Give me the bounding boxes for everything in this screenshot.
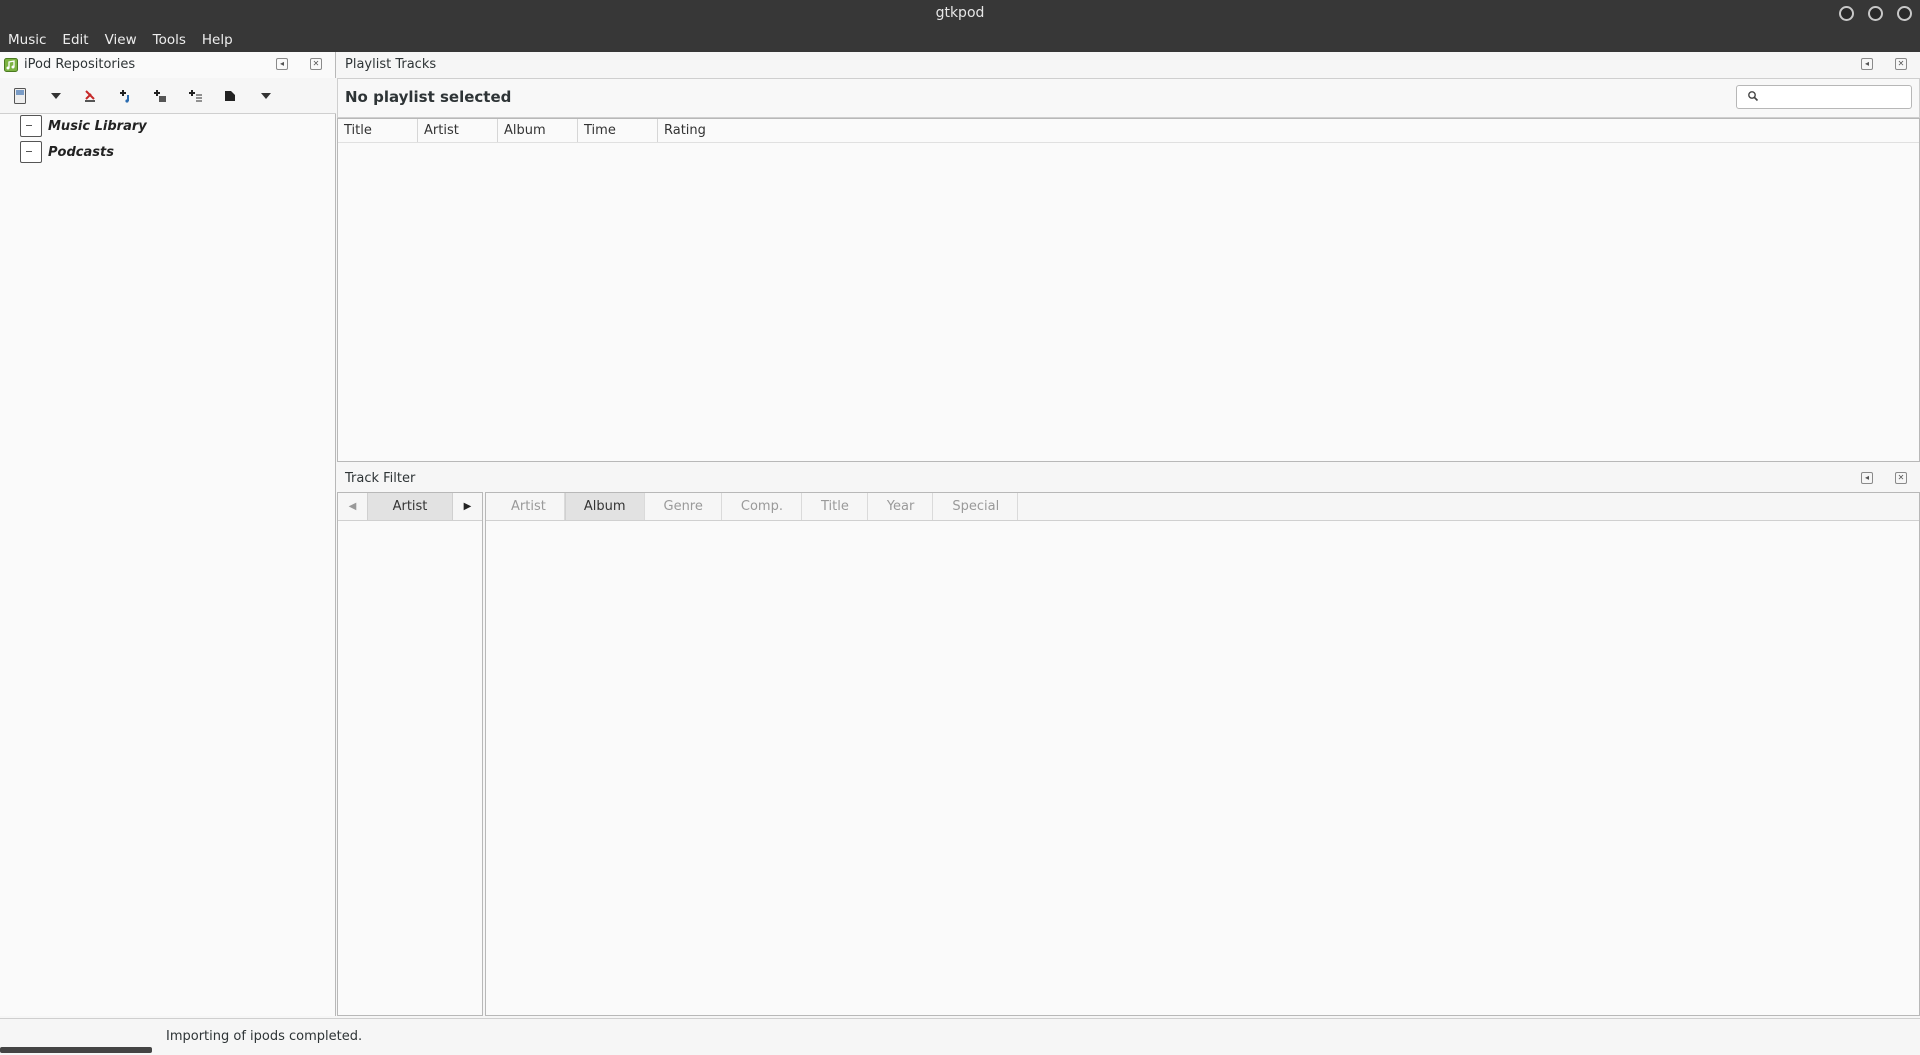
tab-artist[interactable]: Artist (368, 493, 452, 520)
playlist-heading: No playlist selected (345, 88, 512, 106)
close-window-button[interactable] (1897, 6, 1912, 21)
pane-header: iPod Repositories (4, 53, 135, 77)
filter-tab-strip: Artist Album Genre Comp. Title Year Spec… (486, 493, 1919, 521)
maximize-button[interactable] (1868, 6, 1883, 21)
status-message: Importing of ipods completed. (166, 1029, 363, 1044)
tree-item-label: Podcasts (48, 144, 114, 160)
search-icon (1747, 90, 1759, 102)
playlist-tracks-pane: Playlist Tracks ◂ ✕ No playlist selected… (337, 52, 1920, 464)
column-header-rating[interactable]: Rating (658, 119, 738, 142)
filter-sort-tab-right: Artist Album Genre Comp. Title Year Spec… (485, 492, 1920, 1016)
column-header-album[interactable]: Album (498, 119, 578, 142)
menu-view[interactable]: View (97, 28, 145, 52)
pane-close-icon[interactable]: ✕ (1895, 472, 1907, 484)
add-files-icon[interactable] (186, 86, 206, 106)
eject-ipod-icon[interactable] (80, 86, 100, 106)
pane-detach-icon[interactable]: ◂ (1861, 58, 1873, 70)
add-folder-icon[interactable] (150, 86, 170, 106)
tree-item-label: Music Library (48, 118, 147, 134)
tab-album[interactable]: Album (564, 493, 645, 520)
ipod-repositories-pane: iPod Repositories ◂ ✕ Music Library Podc… (0, 52, 336, 1016)
pane-detach-icon[interactable]: ◂ (276, 58, 288, 70)
chevron-down-icon[interactable] (46, 86, 66, 106)
tab-compilation[interactable]: Comp. (722, 493, 802, 520)
add-playlist-icon[interactable] (116, 86, 136, 106)
new-repository-icon[interactable] (10, 86, 30, 106)
chevron-down-icon[interactable] (256, 86, 276, 106)
menu-music[interactable]: Music (0, 28, 54, 52)
tree-item-podcasts[interactable]: Podcasts (20, 141, 114, 163)
tab-year[interactable]: Year (868, 493, 934, 520)
track-list[interactable]: Title Artist Album Time Rating (337, 118, 1920, 462)
chevron-right-icon[interactable]: ▶ (452, 493, 482, 520)
menubar: Music Edit View Tools Help (0, 28, 1920, 52)
repository-toolbar (0, 78, 336, 114)
tab-title[interactable]: Title (802, 493, 868, 520)
chevron-left-icon[interactable]: ◀ (338, 493, 368, 520)
minimize-button[interactable] (1839, 6, 1854, 21)
pane-detach-icon[interactable]: ◂ (1861, 472, 1873, 484)
tree-item-music-library[interactable]: Music Library (20, 115, 147, 137)
filter-sort-tab-left: ◀ Artist ▶ (337, 492, 483, 1016)
window-controls (1839, 6, 1912, 21)
menu-help[interactable]: Help (194, 28, 241, 52)
gtkpod-app-icon (4, 58, 18, 72)
ipod-icon (20, 141, 42, 163)
pane-close-icon[interactable]: ✕ (310, 58, 322, 70)
track-column-headers: Title Artist Album Time Rating (338, 119, 1919, 143)
pane-title: Track Filter (345, 471, 416, 486)
pane-title: iPod Repositories (24, 57, 136, 72)
playlist-header: No playlist selected (337, 78, 1920, 118)
menu-tools[interactable]: Tools (145, 28, 194, 52)
window-titlebar: gtkpod (0, 0, 1920, 28)
progress-bar (0, 1047, 152, 1053)
statusbar: Importing of ipods completed. (0, 1018, 1920, 1055)
track-filter-pane: Track Filter ◂ ✕ ◀ Artist ▶ Artist Album… (337, 466, 1920, 1017)
window-title: gtkpod (935, 5, 985, 21)
ipod-icon (20, 115, 42, 137)
filter-tab-strip-left: ◀ Artist ▶ (338, 493, 482, 521)
tab-special[interactable]: Special (933, 493, 1019, 520)
pane-title: Playlist Tracks (345, 57, 437, 72)
search-input[interactable] (1736, 85, 1912, 109)
menu-edit[interactable]: Edit (54, 28, 96, 52)
column-header-time[interactable]: Time (578, 119, 658, 142)
column-header-artist[interactable]: Artist (418, 119, 498, 142)
pane-close-icon[interactable]: ✕ (1895, 58, 1907, 70)
column-header-title[interactable]: Title (338, 119, 418, 142)
tab-artist[interactable]: Artist (492, 493, 565, 520)
tab-genre[interactable]: Genre (645, 493, 722, 520)
sync-icon[interactable] (220, 86, 240, 106)
